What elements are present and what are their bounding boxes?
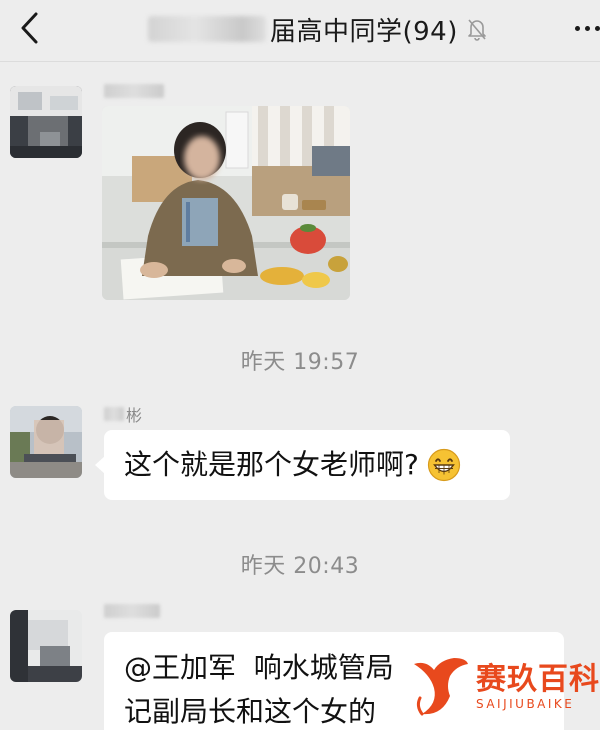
- grin-emoji-icon: [427, 448, 461, 482]
- name-redaction: [104, 604, 160, 618]
- name-redaction: [104, 407, 124, 421]
- message-text-line: @王加军 响水城管局: [124, 651, 394, 684]
- name-redaction: [104, 84, 164, 98]
- more-options-button[interactable]: [570, 10, 600, 46]
- chevron-left-icon: [21, 12, 38, 44]
- chat-title: 届高中同学(94): [270, 16, 458, 47]
- timestamp: 昨天 19:57: [240, 350, 360, 375]
- title-redaction: [148, 16, 266, 42]
- message-bubble[interactable]: @王加军 响水城管局 记副局长和这个女的: [104, 632, 564, 730]
- photo-message[interactable]: [102, 106, 350, 300]
- avatar[interactable]: [10, 86, 82, 158]
- message-bubble[interactable]: 这个就是那个女老师啊?: [95, 430, 510, 500]
- back-button[interactable]: [8, 6, 52, 50]
- sender-name: [104, 604, 160, 618]
- timestamp: 昨天 20:43: [240, 554, 360, 579]
- avatar[interactable]: [10, 610, 82, 682]
- chat-title-area[interactable]: 届高中同学(94): [148, 12, 488, 47]
- avatar[interactable]: [10, 406, 82, 478]
- bell-muted-icon: [466, 17, 488, 41]
- more-dots-icon: [570, 25, 600, 31]
- sender-name: [104, 84, 164, 98]
- message-text: 这个就是那个女老师啊?: [124, 448, 419, 481]
- chat-header: 届高中同学(94): [0, 0, 600, 62]
- message-text-line: 记副局长和这个女的: [124, 695, 377, 728]
- sender-name: 彬: [104, 402, 142, 426]
